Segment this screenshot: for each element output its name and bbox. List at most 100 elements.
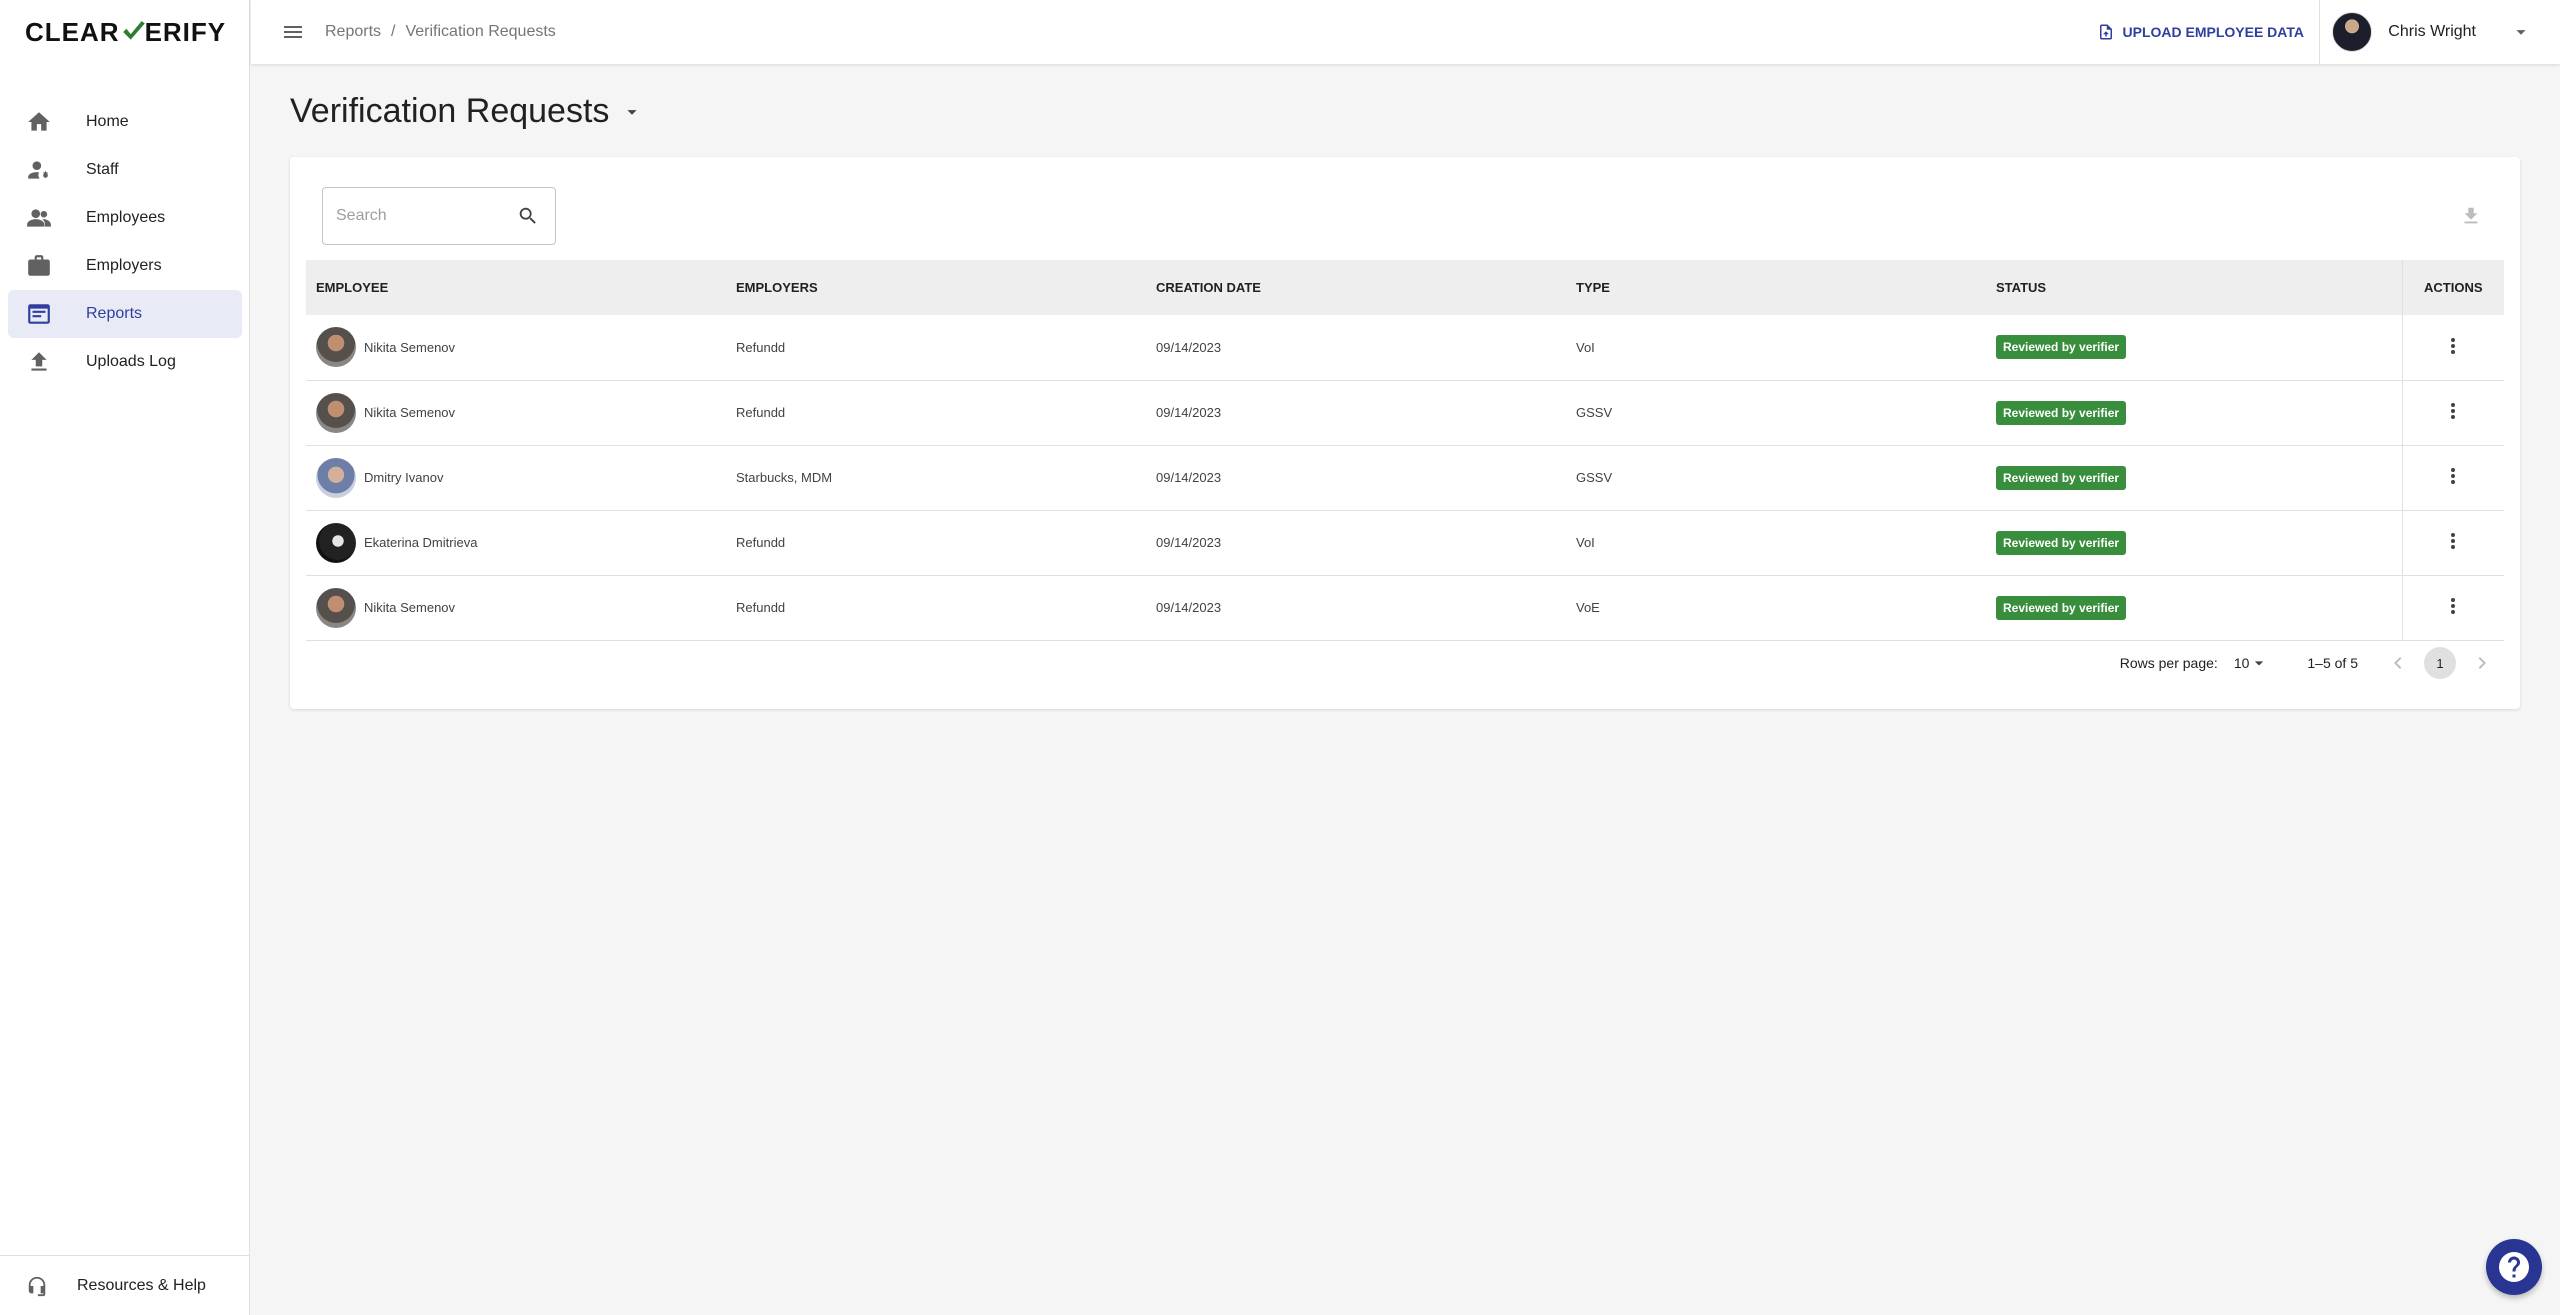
employee-name: Dmitry Ivanov xyxy=(364,470,444,485)
status-badge: Reviewed by verifier xyxy=(1996,335,2127,360)
resources-help-link[interactable]: Resources & Help xyxy=(0,1255,250,1315)
help-button[interactable] xyxy=(2486,1239,2542,1295)
column-header-creation-date[interactable]: CREATION DATE xyxy=(1146,260,1566,315)
employers-cell: Refundd xyxy=(726,380,1146,446)
resources-help-label: Resources & Help xyxy=(77,1276,206,1294)
table-row[interactable]: Ekaterina Dmitrieva Refundd 09/14/2023 V… xyxy=(306,510,2504,576)
chevron-down-icon xyxy=(2516,30,2526,35)
employers-cell: Refundd xyxy=(726,315,1146,381)
status-badge: Reviewed by verifier xyxy=(1996,530,2127,555)
sidebar-item-reports[interactable]: Reports xyxy=(8,290,242,338)
search-input[interactable] xyxy=(323,207,503,225)
type-cell: VoI xyxy=(1566,510,1986,576)
user-menu[interactable]: Chris Wright xyxy=(2332,10,2532,54)
avatar xyxy=(316,587,356,628)
status-badge: Reviewed by verifier xyxy=(1996,465,2127,490)
rows-per-page-label: Rows per page: xyxy=(2119,655,2218,671)
next-page-icon[interactable] xyxy=(2470,651,2494,675)
topbar-divider xyxy=(2319,0,2320,64)
more-vert-icon[interactable] xyxy=(2441,334,2465,358)
sidebar-item-label: Home xyxy=(86,113,129,130)
caret-down-icon xyxy=(627,109,637,115)
download-icon[interactable] xyxy=(2460,205,2482,227)
brand-logo[interactable]: CLEAR ERIFY xyxy=(25,17,226,47)
file-upload-icon xyxy=(2099,24,2112,40)
headset-icon xyxy=(28,1276,46,1296)
search-icon[interactable] xyxy=(517,205,539,227)
sidebar-item-label: Employees xyxy=(86,209,166,226)
sidebar-item-label: Employers xyxy=(86,257,162,274)
page-title-dropdown[interactable]: Verification Requests xyxy=(290,92,643,131)
home-icon xyxy=(8,109,64,135)
sidebar-nav: Home Staff Employees Employers Reports U… xyxy=(8,98,242,386)
breadcrumb-current: Verification Requests xyxy=(405,23,556,40)
sidebar-item-staff[interactable]: Staff xyxy=(8,146,242,194)
employers-cell: Refundd xyxy=(726,575,1146,641)
breadcrumb-reports[interactable]: Reports xyxy=(325,23,381,41)
employers-cell: Refundd xyxy=(726,510,1146,576)
briefcase-icon xyxy=(8,253,64,279)
breadcrumb-separator: / xyxy=(391,23,396,40)
search-box xyxy=(322,187,556,245)
type-cell: GSSV xyxy=(1566,380,1986,446)
rows-per-page-select[interactable]: 10 xyxy=(2234,653,2270,673)
sidebar: CLEAR ERIFY Home Staff Employees Employe… xyxy=(0,0,250,1315)
table-row[interactable]: Nikita Semenov Refundd 09/14/2023 VoI Re… xyxy=(306,315,2504,381)
previous-page-icon[interactable] xyxy=(2386,651,2410,675)
pagination-range: 1–5 of 5 xyxy=(2307,655,2358,671)
table-row[interactable]: Nikita Semenov Refundd 09/14/2023 VoE Re… xyxy=(306,575,2504,641)
sidebar-item-home[interactable]: Home xyxy=(8,98,242,146)
employee-name: Nikita Semenov xyxy=(364,600,456,615)
sidebar-item-label: Staff xyxy=(86,161,119,178)
avatar xyxy=(2332,12,2373,52)
caret-down-icon xyxy=(2255,661,2264,666)
column-header-type[interactable]: TYPE xyxy=(1566,260,1986,315)
avatar xyxy=(316,392,356,433)
sidebar-item-employers[interactable]: Employers xyxy=(8,242,242,290)
type-cell: GSSV xyxy=(1566,445,1986,511)
page-title: Verification Requests xyxy=(290,92,610,130)
avatar xyxy=(316,522,356,563)
column-header-actions: ACTIONS xyxy=(2401,260,2504,315)
column-header-employers[interactable]: EMPLOYERS xyxy=(726,260,1146,315)
more-vert-icon[interactable] xyxy=(2441,529,2465,553)
upload-employee-data-button[interactable]: UPLOAD EMPLOYEE DATA xyxy=(2097,19,2304,45)
type-cell: VoE xyxy=(1566,575,1986,641)
staff-icon xyxy=(8,157,64,183)
creation-date-cell: 09/14/2023 xyxy=(1146,575,1566,641)
column-header-status[interactable]: STATUS xyxy=(1986,260,2402,315)
avatar xyxy=(316,327,356,368)
creation-date-cell: 09/14/2023 xyxy=(1146,510,1566,576)
column-header-employee[interactable]: EMPLOYEE xyxy=(306,260,726,315)
creation-date-cell: 09/14/2023 xyxy=(1146,445,1566,511)
more-vert-icon[interactable] xyxy=(2441,464,2465,488)
menu-icon[interactable] xyxy=(281,20,305,44)
table-row[interactable]: Dmitry Ivanov Starbucks, MDM 09/14/2023 … xyxy=(306,445,2504,511)
top-bar: Reports / Verification Requests UPLOAD E… xyxy=(251,0,2560,64)
type-cell: VoI xyxy=(1566,315,1986,381)
status-badge: Reviewed by verifier xyxy=(1996,400,2127,425)
sidebar-item-label: Reports xyxy=(86,305,143,322)
pagination: Rows per page: 10 1–5 of 5 1 xyxy=(2120,647,2494,679)
user-name: Chris Wright xyxy=(2388,23,2476,40)
people-icon xyxy=(8,205,64,231)
page-number-button[interactable]: 1 xyxy=(2424,647,2456,679)
employee-name: Ekaterina Dmitrieva xyxy=(364,535,478,550)
status-badge: Reviewed by verifier xyxy=(1996,595,2127,620)
table-header-row: EMPLOYEE EMPLOYERS CREATION DATE TYPE ST… xyxy=(306,260,2504,315)
creation-date-cell: 09/14/2023 xyxy=(1146,315,1566,381)
creation-date-cell: 09/14/2023 xyxy=(1146,380,1566,446)
help-icon xyxy=(2499,1252,2529,1282)
requests-card: EMPLOYEE EMPLOYERS CREATION DATE TYPE ST… xyxy=(290,157,2520,709)
sidebar-item-employees[interactable]: Employees xyxy=(8,194,242,242)
verification-requests-table: EMPLOYEE EMPLOYERS CREATION DATE TYPE ST… xyxy=(306,260,2504,641)
rows-per-page-value: 10 xyxy=(2233,655,2250,671)
check-icon xyxy=(122,21,145,40)
employee-name: Nikita Semenov xyxy=(364,405,456,420)
sidebar-item-uploads-log[interactable]: Uploads Log xyxy=(8,338,242,386)
more-vert-icon[interactable] xyxy=(2441,594,2465,618)
more-vert-icon[interactable] xyxy=(2441,399,2465,423)
employers-cell: Starbucks, MDM xyxy=(726,445,1146,511)
avatar xyxy=(316,457,356,498)
table-row[interactable]: Nikita Semenov Refundd 09/14/2023 GSSV R… xyxy=(306,380,2504,446)
